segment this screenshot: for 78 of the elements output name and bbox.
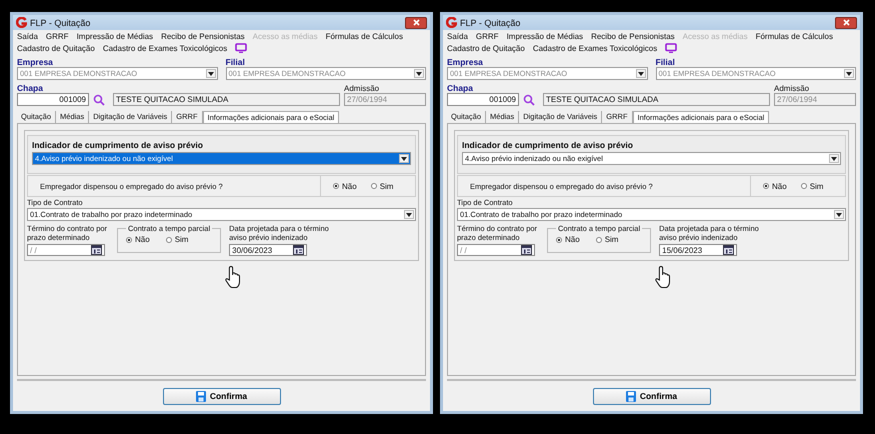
calendar-icon[interactable] bbox=[521, 245, 532, 255]
radio-button[interactable]: Não bbox=[126, 235, 150, 244]
close-icon bbox=[842, 19, 850, 26]
group-title: Indicador de cumprimento de aviso prévio bbox=[462, 140, 634, 150]
search-icon[interactable] bbox=[93, 94, 105, 106]
dropdown-button[interactable] bbox=[844, 69, 854, 78]
dropdown-button[interactable] bbox=[834, 210, 844, 219]
menu-item[interactable]: Saída bbox=[447, 32, 468, 41]
menu-item[interactable]: Cadastro de Quitação bbox=[447, 44, 525, 52]
caret-icon bbox=[836, 212, 842, 216]
radio-button[interactable]: Não bbox=[763, 182, 787, 190]
close-icon bbox=[412, 19, 420, 26]
menu-item[interactable]: Fórmulas de Cálculos bbox=[326, 32, 403, 41]
caret-icon bbox=[406, 212, 412, 216]
menu-item[interactable]: Recibo de Pensionistas bbox=[161, 32, 245, 41]
calendar-icon[interactable] bbox=[723, 245, 734, 255]
field-label: Filial bbox=[656, 57, 676, 67]
menu-item[interactable]: Impressão de Médias bbox=[506, 32, 584, 41]
calendar-icon[interactable] bbox=[293, 245, 304, 255]
menu-item[interactable]: Recibo de Pensionistas bbox=[591, 32, 675, 41]
radio-button[interactable]: Sim bbox=[800, 182, 824, 190]
menu-item[interactable]: Impressão de Médias bbox=[76, 32, 154, 41]
menu-item[interactable]: Cadastro de Quitação bbox=[17, 44, 95, 52]
dropdown-button[interactable] bbox=[829, 154, 839, 163]
window-title: FLP - Quitação bbox=[30, 18, 92, 28]
confirm-button[interactable]: Confirma bbox=[592, 388, 710, 404]
close-button[interactable] bbox=[835, 16, 857, 28]
close-button[interactable] bbox=[405, 16, 427, 28]
field-label: Chapa bbox=[447, 83, 474, 93]
field-label: Admissão bbox=[344, 84, 380, 92]
field-label: Filial bbox=[226, 57, 246, 67]
calendar-icon[interactable] bbox=[91, 245, 102, 255]
date-field[interactable]: 15/06/2023 bbox=[659, 244, 738, 256]
search-icon[interactable] bbox=[523, 94, 535, 106]
caret-icon bbox=[638, 72, 644, 76]
date-field[interactable]: 30/06/2023 bbox=[229, 244, 308, 256]
caret-icon bbox=[831, 156, 837, 160]
date-field[interactable]: / / bbox=[457, 244, 535, 256]
app-logo-icon bbox=[446, 17, 457, 28]
floppy-icon bbox=[196, 390, 206, 402]
field-label: Empresa bbox=[17, 57, 54, 67]
confirm-button[interactable]: Confirma bbox=[162, 388, 280, 404]
app-logo-icon bbox=[16, 17, 27, 28]
radio-button[interactable]: Sim bbox=[166, 235, 188, 244]
radio-button[interactable]: Sim bbox=[596, 235, 618, 244]
menu-item[interactable]: GRRF bbox=[46, 32, 69, 41]
name-field: TESTE QUITACAO SIMULADA bbox=[113, 93, 340, 106]
caret-icon bbox=[416, 72, 422, 76]
date-field: 27/06/1994 bbox=[344, 93, 426, 106]
dropdown-button[interactable] bbox=[399, 154, 409, 163]
radio-button[interactable]: Não bbox=[333, 182, 357, 190]
dropdown-button[interactable] bbox=[414, 69, 424, 78]
caret-icon bbox=[401, 156, 407, 160]
menu-item[interactable]: GRRF bbox=[476, 32, 499, 41]
monitor-icon[interactable] bbox=[235, 43, 248, 53]
date-field[interactable]: / / bbox=[27, 244, 105, 256]
field-label: Chapa bbox=[17, 83, 44, 93]
caret-icon bbox=[208, 72, 214, 76]
monitor-icon[interactable] bbox=[665, 43, 678, 53]
radio-button[interactable]: Sim bbox=[370, 182, 394, 190]
input-field[interactable]: 001009 bbox=[447, 93, 519, 106]
dropdown-button[interactable] bbox=[404, 210, 414, 219]
caret-icon bbox=[846, 72, 852, 76]
date-field: 27/06/1994 bbox=[774, 93, 856, 106]
floppy-icon bbox=[626, 390, 636, 402]
field-label: Empresa bbox=[447, 57, 484, 67]
field-label: Admissão bbox=[774, 84, 810, 92]
input-field[interactable]: 001009 bbox=[17, 93, 89, 106]
name-field: TESTE QUITACAO SIMULADA bbox=[543, 93, 770, 106]
group-title: Indicador de cumprimento de aviso prévio bbox=[32, 140, 204, 150]
radio-button[interactable]: Não bbox=[556, 235, 580, 244]
dropdown-button[interactable] bbox=[636, 69, 646, 78]
menu-item[interactable]: Fórmulas de Cálculos bbox=[756, 32, 833, 41]
dropdown-button[interactable] bbox=[206, 69, 216, 78]
menu-item[interactable]: Cadastro de Exames Toxicológicos bbox=[102, 44, 228, 52]
menu-item[interactable]: Saída bbox=[17, 32, 38, 41]
window-title: FLP - Quitação bbox=[460, 18, 522, 28]
menu-item[interactable]: Cadastro de Exames Toxicológicos bbox=[532, 44, 658, 52]
